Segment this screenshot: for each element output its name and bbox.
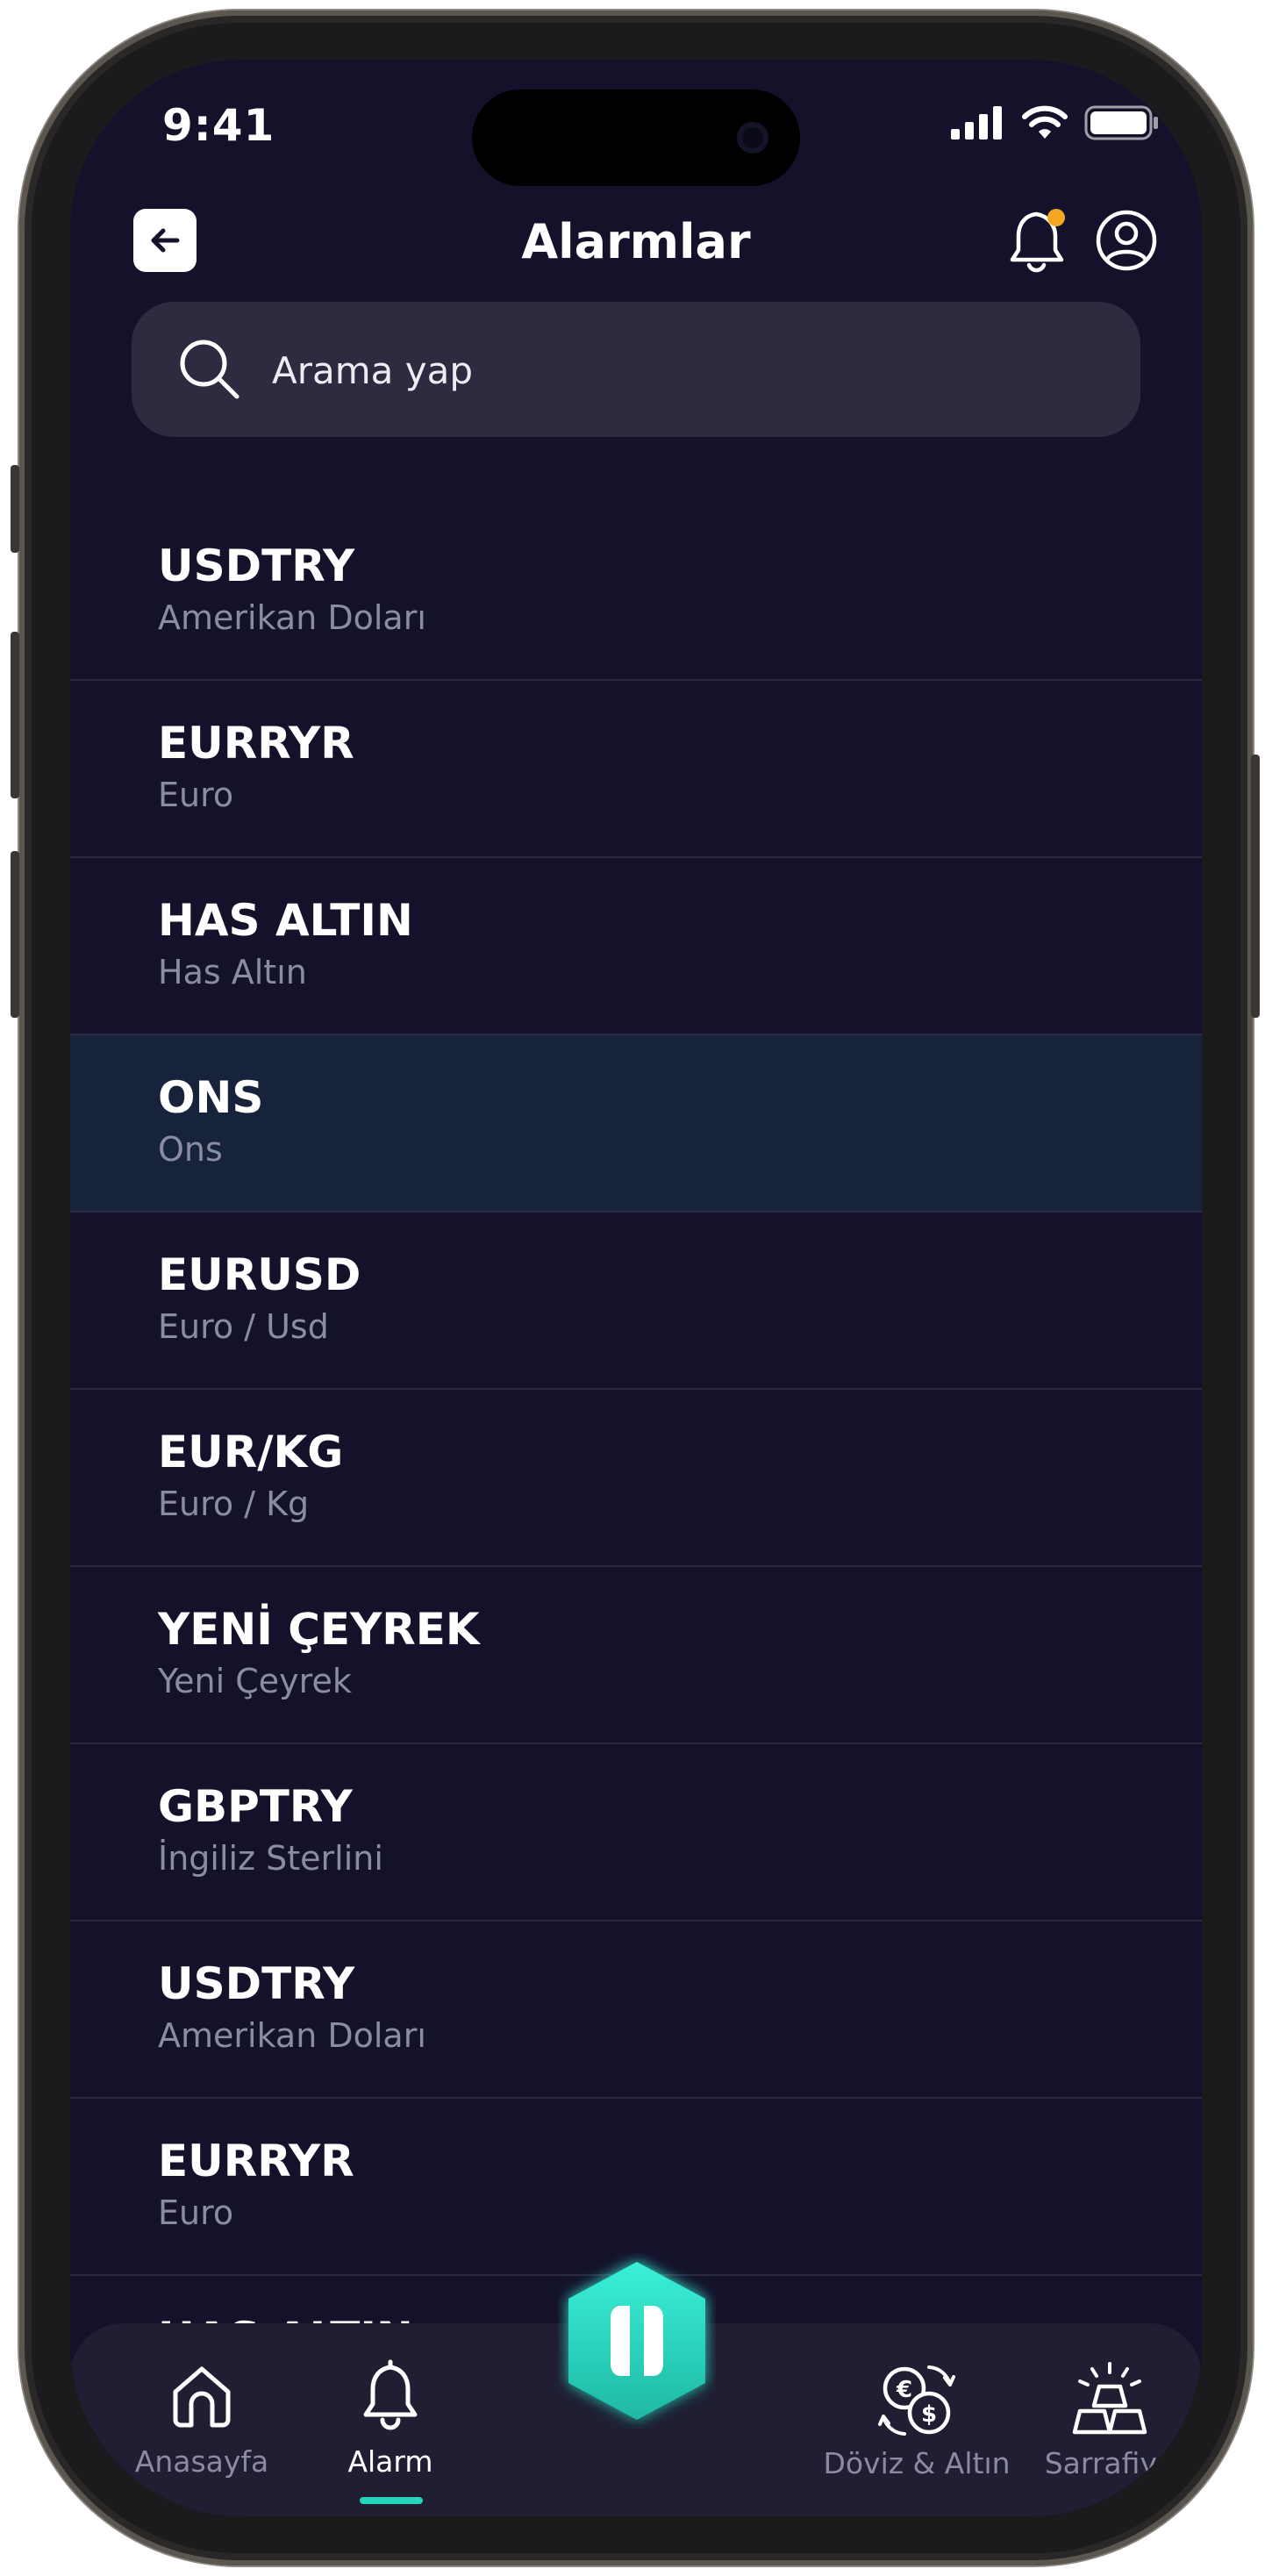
list-item[interactable]: GBPTRY İngiliz Sterlini — [70, 1744, 1202, 1921]
search-input[interactable] — [270, 337, 1063, 404]
item-code: USDTRY — [158, 540, 355, 591]
item-name: Ons — [158, 1130, 223, 1169]
item-name: Amerikan Doları — [158, 2016, 426, 2055]
list-item[interactable]: EURRYR Euro — [70, 681, 1202, 858]
tab-label: Anasayfa — [134, 2444, 269, 2479]
list-item[interactable]: EURRYR Euro — [70, 2099, 1202, 2276]
item-name: Euro / Kg — [158, 1485, 310, 1523]
tab-currency-gold[interactable]: € $ Döviz & Altın — [811, 2358, 1022, 2480]
tab-label: Döviz & Altın — [823, 2446, 1011, 2480]
svg-text:$: $ — [921, 2401, 937, 2428]
bell-icon — [363, 2359, 418, 2430]
item-name: Euro / Usd — [158, 1307, 329, 1346]
item-name: Euro — [158, 776, 234, 814]
app-logo-icon — [568, 2262, 705, 2420]
item-code: EUR/KG — [158, 1427, 344, 1478]
gold-bars-icon — [1072, 2362, 1147, 2435]
item-name: Yeni Çeyrek — [158, 1662, 352, 1700]
active-tab-indicator — [360, 2497, 423, 2504]
item-code: GBPTRY — [158, 1781, 353, 1832]
list-item-selected[interactable]: ONS Ons — [70, 1035, 1202, 1213]
item-name: İngiliz Sterlini — [158, 1839, 383, 1878]
tab-label: Sarrafiye — [1044, 2446, 1176, 2480]
tab-sarrafiye[interactable]: Sarrafiye — [1022, 2358, 1197, 2480]
currency-exchange-icon: € $ — [878, 2365, 955, 2436]
search-icon — [180, 340, 239, 399]
volume-up-button — [11, 632, 19, 798]
volume-down-button — [11, 851, 19, 1018]
center-action-button[interactable] — [558, 2253, 716, 2429]
item-code: USDTRY — [158, 1958, 355, 2009]
list-item[interactable]: HAS ALTIN Has Altın — [70, 858, 1202, 1035]
item-name: Amerikan Doları — [158, 598, 426, 637]
list-item[interactable]: EUR/KG Euro / Kg — [70, 1390, 1202, 1567]
status-icons — [951, 105, 1160, 140]
list-item[interactable]: USDTRY Amerikan Doları — [70, 1921, 1202, 2099]
tab-home[interactable]: Anasayfa — [96, 2358, 307, 2479]
list-item[interactable]: YENİ ÇEYREK Yeni Çeyrek — [70, 1567, 1202, 1744]
item-code: EURRYR — [158, 718, 354, 769]
tab-alarm[interactable]: Alarm — [285, 2358, 496, 2504]
tab-label: Alarm — [347, 2444, 433, 2479]
status-time: 9:41 — [162, 100, 275, 151]
list-item[interactable]: USDTRY Amerikan Doları — [70, 504, 1202, 681]
item-code: EURUSD — [158, 1249, 361, 1300]
battery-icon — [1084, 105, 1158, 140]
wifi-icon — [1022, 105, 1068, 139]
search-bar[interactable] — [132, 302, 1140, 437]
item-name: Euro — [158, 2193, 234, 2232]
signal-icon — [951, 106, 1002, 140]
home-icon — [173, 2366, 231, 2428]
bell-notification-icon — [1010, 209, 1065, 273]
profile-button[interactable] — [1095, 209, 1158, 275]
action-button — [11, 465, 19, 553]
alarm-list: USDTRY Amerikan Doları EURRYR Euro HAS A… — [70, 504, 1202, 2453]
item-code: HAS ALTIN — [158, 895, 413, 946]
item-code: YENİ ÇEYREK — [158, 1604, 480, 1655]
user-circle-icon — [1096, 210, 1157, 271]
dynamic-island — [472, 89, 800, 186]
top-bar: Alarmlar — [70, 191, 1202, 288]
screen: 9:41 Alarmlar Arama yap USDTRY Amerikan … — [70, 60, 1202, 2516]
item-name: Has Altın — [158, 953, 307, 991]
item-code: ONS — [158, 1072, 264, 1123]
list-item[interactable]: EURUSD Euro / Usd — [70, 1213, 1202, 1390]
notifications-button[interactable] — [1007, 207, 1072, 281]
svg-text:€: € — [896, 2377, 912, 2403]
item-code: EURRYR — [158, 2136, 354, 2186]
power-button — [1251, 755, 1260, 1018]
